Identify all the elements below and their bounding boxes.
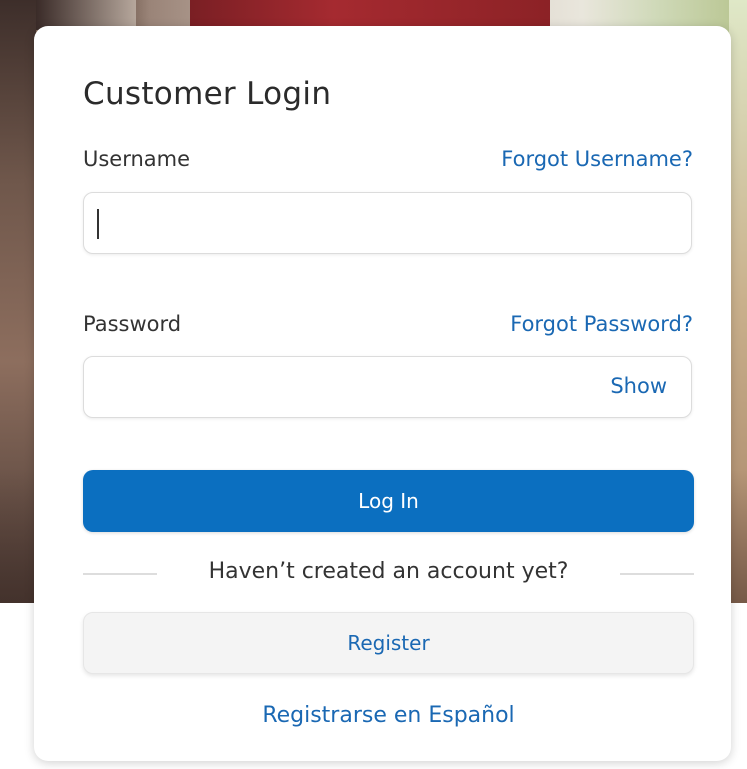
username-input[interactable] (98, 201, 602, 247)
forgot-password-link[interactable]: Forgot Password? (510, 312, 693, 336)
divider-text: Haven’t created an account yet? (208, 559, 569, 584)
log-in-button[interactable]: Log In (83, 470, 694, 532)
spanish-register-link[interactable]: Registrarse en Español (83, 703, 694, 728)
username-label: Username (83, 147, 191, 171)
register-button[interactable]: Register (83, 612, 694, 674)
password-field-container[interactable]: Show (83, 356, 692, 418)
login-card: Customer Login Username Forgot Username?… (34, 26, 731, 761)
page-title: Customer Login (83, 76, 332, 112)
register-divider: Haven’t created an account yet? (83, 556, 694, 590)
forgot-username-link[interactable]: Forgot Username? (501, 147, 693, 171)
password-input[interactable] (98, 365, 602, 411)
text-cursor (97, 209, 99, 239)
show-password-toggle[interactable]: Show (610, 374, 667, 398)
password-label: Password (83, 312, 182, 336)
username-field-container[interactable] (83, 192, 692, 254)
